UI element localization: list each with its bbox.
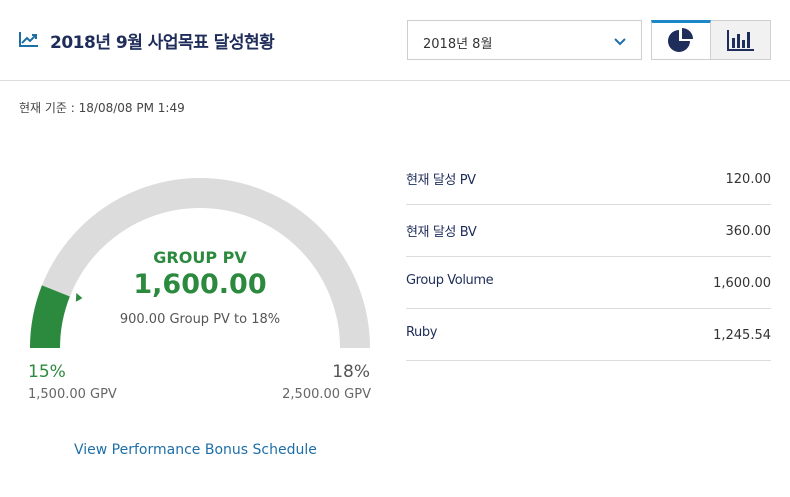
stat-value: 1,245.54 [713, 328, 771, 343]
stat-label: Group Volume [406, 273, 494, 288]
gauge-min-gpv: 1,500.00 GPV [28, 387, 117, 402]
trend-up-icon [19, 32, 38, 47]
bar-view-button[interactable] [711, 20, 771, 60]
page-header: 2018년 9월 사업목표 달성현황 2018년 8월 [0, 0, 790, 81]
stat-label: Ruby [406, 325, 438, 340]
pie-view-button[interactable] [651, 20, 711, 60]
gauge-value: 1,600.00 [133, 269, 267, 300]
chevron-down-icon [614, 38, 626, 46]
pie-chart-icon [668, 28, 693, 52]
month-select-value: 2018년 8월 [423, 37, 493, 52]
bar-chart-icon [726, 30, 754, 51]
gauge-min-percent: 15% [28, 362, 66, 382]
view-toggle [651, 20, 771, 60]
gauge-max-percent: 18% [332, 362, 370, 382]
stats-list: 현재 달성 PV 120.00 현재 달성 BV 360.00 Group Vo… [406, 153, 771, 361]
stat-row-bv: 현재 달성 BV 360.00 [406, 205, 771, 257]
stat-label: 현재 달성 PV [406, 173, 476, 188]
gauge-subtitle: 900.00 Group PV to 18% [119, 312, 281, 327]
stat-label: 현재 달성 BV [406, 225, 477, 240]
stat-value: 120.00 [725, 172, 772, 187]
page-title: 2018년 9월 사업목표 달성현황 [50, 33, 275, 53]
stat-row-group-volume: Group Volume 1,600.00 [406, 257, 771, 309]
gauge-title: GROUP PV [153, 248, 247, 267]
stat-value: 1,600.00 [713, 276, 771, 291]
timestamp: 현재 기준 : 18/08/08 PM 1:49 [19, 101, 185, 115]
stat-row-pv: 현재 달성 PV 120.00 [406, 153, 771, 205]
stat-value: 360.00 [725, 224, 772, 239]
stat-row-ruby: Ruby 1,245.54 [406, 309, 771, 361]
month-select[interactable]: 2018년 8월 [407, 20, 642, 60]
bonus-schedule-link[interactable]: View Performance Bonus Schedule [74, 442, 317, 458]
gauge-max-gpv: 2,500.00 GPV [282, 387, 371, 402]
